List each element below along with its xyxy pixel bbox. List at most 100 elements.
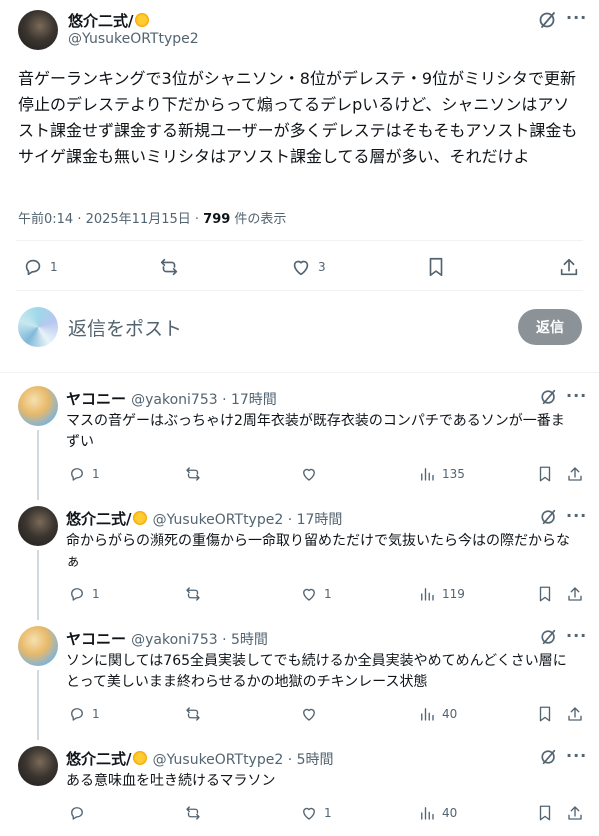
thread-line (37, 670, 39, 740)
reply-text: ある意味血を吐き続けるマラソン (66, 773, 276, 789)
views-button[interactable]: 40 (418, 804, 457, 822)
post-timestamp[interactable]: 午前0:14 · 2025年11月15日 · (18, 212, 203, 227)
repost-button[interactable] (184, 804, 202, 822)
post-text: 音ゲーランキングで3位がシャニソン・8位がデレステ・9位がミリシタで更新停止のデ… (18, 69, 578, 166)
share-button[interactable] (566, 705, 584, 723)
reply-handle[interactable]: @YusukeORTtype2 · 5時間 (153, 752, 334, 768)
more-icon[interactable]: ··· (566, 386, 587, 405)
repost-button[interactable] (184, 465, 202, 483)
view-count: 40 (442, 707, 458, 721)
repost-button[interactable] (184, 585, 202, 603)
reply-button[interactable]: 1 (68, 585, 100, 603)
more-icon[interactable]: ··· (566, 626, 587, 645)
bookmark-button[interactable] (536, 705, 554, 723)
views-icon (421, 468, 434, 481)
more-icon[interactable]: ··· (566, 746, 587, 765)
repost-icon (186, 467, 200, 481)
bookmark-button[interactable] (536, 804, 554, 822)
reply-handle[interactable]: @yakoni753 · 17時間 (131, 392, 277, 408)
avatar[interactable] (18, 626, 58, 666)
reply-author-name[interactable]: ヤコニー (66, 390, 126, 408)
view-count: 135 (442, 467, 465, 481)
like-count: 1 (324, 587, 332, 601)
view-count: 119 (442, 587, 465, 601)
reply-text: マスの音ゲーはぶっちゃけ2周年衣装が既存衣装のコンパチであるソンが一番まずい (66, 413, 565, 450)
like-button[interactable]: 3 (290, 256, 326, 278)
bookmark-icon (539, 805, 551, 821)
reply-handle[interactable]: @yakoni753 · 5時間 (131, 632, 268, 648)
like-button[interactable]: 1 (300, 585, 332, 603)
more-icon[interactable]: ··· (566, 8, 587, 27)
reply-author-name[interactable]: 悠介二式/ (66, 510, 131, 528)
reply-header: ヤコニー @yakoni753 · 5時間 (66, 628, 268, 649)
grok-icon[interactable] (540, 748, 558, 770)
thread-line (37, 550, 39, 620)
like-icon (293, 260, 309, 276)
reply-icon (71, 708, 83, 721)
reply-header: 悠介二式/ @YusukeORTtype2 · 5時間 (66, 748, 334, 769)
sun-badge-icon (133, 511, 148, 525)
views-button[interactable]: 135 (418, 465, 465, 483)
share-icon (568, 587, 582, 601)
author-name-row[interactable]: 悠介二式/ (68, 10, 150, 31)
bookmark-icon (539, 586, 551, 602)
like-button[interactable] (300, 705, 324, 723)
reply-count: 1 (50, 260, 58, 274)
more-icon[interactable]: ··· (566, 506, 587, 525)
repost-button[interactable] (158, 256, 180, 278)
reply-count: 1 (92, 587, 100, 601)
views-icon (421, 588, 434, 601)
bookmark-icon (539, 466, 551, 482)
reply-input[interactable]: 返信をポスト (68, 314, 182, 341)
like-button[interactable]: 1 (300, 804, 332, 822)
grok-icon[interactable] (540, 628, 558, 650)
share-icon (560, 258, 578, 276)
sun-badge-icon (133, 751, 148, 765)
like-icon (303, 588, 315, 601)
reply-author-name[interactable]: ヤコニー (66, 630, 126, 648)
views-icon (421, 807, 434, 820)
reply-button[interactable]: 1 (22, 256, 58, 278)
share-icon (568, 806, 582, 820)
avatar[interactable] (18, 746, 58, 786)
bookmark-button[interactable] (536, 585, 554, 603)
avatar[interactable] (18, 386, 58, 426)
post-meta: 午前0:14 · 2025年11月15日 · 799 件の表示 (18, 208, 286, 227)
author-handle[interactable]: @YusukeORTtype2 (68, 31, 199, 47)
reply-button[interactable]: 1 (68, 465, 100, 483)
grok-icon[interactable] (538, 10, 558, 30)
reply-author-name[interactable]: 悠介二式/ (66, 750, 131, 768)
repost-button[interactable] (184, 705, 202, 723)
author-name[interactable]: 悠介二式/ (68, 12, 133, 30)
repost-icon (160, 258, 178, 276)
author-avatar[interactable] (18, 10, 58, 50)
avatar[interactable] (18, 506, 58, 546)
reply-count: 1 (92, 707, 100, 721)
reply-icon (25, 259, 41, 276)
thread-line (37, 430, 39, 500)
my-avatar[interactable] (18, 307, 58, 347)
views-button[interactable]: 119 (418, 585, 465, 603)
like-button[interactable] (300, 465, 324, 483)
reply-handle[interactable]: @YusukeORTtype2 · 17時間 (153, 512, 343, 528)
share-button[interactable] (566, 804, 584, 822)
repost-icon (186, 707, 200, 721)
reply-submit-button[interactable]: 返信 (518, 309, 582, 345)
grok-icon[interactable] (540, 508, 558, 530)
like-icon (303, 807, 315, 820)
views-button[interactable]: 40 (418, 705, 457, 723)
views-label: 件の表示 (230, 212, 287, 227)
reply-button[interactable] (68, 804, 92, 822)
reply-button[interactable]: 1 (68, 705, 100, 723)
share-button[interactable] (566, 585, 584, 603)
bookmark-button[interactable] (425, 256, 447, 278)
reply-text: 命からがらの瀕死の重傷から一命取り留めただけで気抜いたら今はの際だからなぁ (66, 533, 570, 570)
bookmark-button[interactable] (536, 465, 554, 483)
views-icon (421, 708, 434, 721)
share-button[interactable] (566, 465, 584, 483)
bookmark-icon (429, 257, 443, 277)
share-icon (568, 707, 582, 721)
share-button[interactable] (558, 256, 580, 278)
grok-icon[interactable] (540, 388, 558, 410)
repost-icon (186, 587, 200, 601)
